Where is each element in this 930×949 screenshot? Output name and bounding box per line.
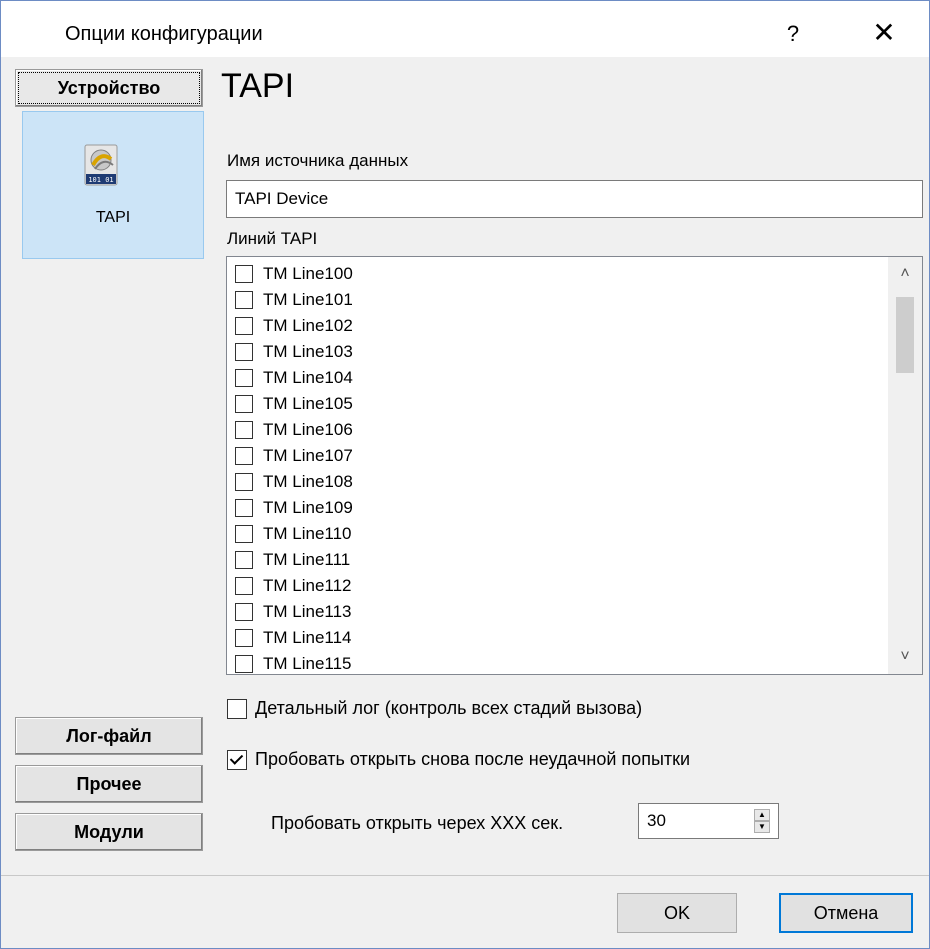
modules-category-button[interactable]: Модули	[15, 813, 203, 851]
line-label: TM Line109	[263, 498, 353, 517]
close-button[interactable]: ✕	[859, 15, 909, 51]
line-label: TM Line101	[263, 290, 353, 309]
lines-scrollbar[interactable]: ˄ ˅	[888, 257, 922, 674]
retry-interval-value[interactable]: 30	[647, 811, 666, 831]
spin-up-icon[interactable]: ▲	[754, 809, 770, 821]
line-label: TM Line114	[263, 628, 352, 647]
device-category-button[interactable]: Устройство	[15, 69, 203, 107]
line-checkbox[interactable]	[235, 603, 253, 621]
line-checkbox[interactable]	[235, 395, 253, 413]
retry-open-label: Пробовать открыть снова после неудачной …	[255, 749, 691, 769]
list-item[interactable]: TM Line111	[227, 547, 887, 573]
line-label: TM Line111	[263, 550, 351, 569]
line-checkbox[interactable]	[235, 473, 253, 491]
line-label: TM Line113	[263, 602, 352, 621]
logfile-category-button[interactable]: Лог-файл	[15, 717, 203, 755]
line-label: TM Line107	[263, 446, 353, 465]
ok-button[interactable]: OK	[617, 893, 737, 933]
line-label: TM Line105	[263, 394, 353, 413]
lines-label: Линий TAPI	[227, 229, 318, 248]
line-checkbox[interactable]	[235, 369, 253, 387]
detailed-log-checkbox[interactable]	[227, 698, 247, 719]
list-item[interactable]: TM Line100	[227, 261, 887, 287]
list-item[interactable]: TM Line112	[227, 573, 887, 599]
scroll-up-icon[interactable]: ˄	[888, 257, 922, 291]
spin-down-icon[interactable]: ▼	[754, 821, 770, 833]
footer-bar: OK Отмена	[1, 875, 929, 949]
misc-category-button[interactable]: Прочее	[15, 765, 203, 803]
list-item[interactable]: TM Line113	[227, 599, 887, 625]
scroll-down-icon[interactable]: ˅	[888, 640, 922, 674]
retry-open-option[interactable]: Пробовать открыть снова после неудачной …	[227, 749, 690, 770]
title-bar[interactable]: Опции конфигурации ? ✕	[1, 1, 929, 57]
retry-open-checkbox[interactable]	[227, 749, 247, 770]
tapi-lines-list[interactable]: TM Line100 TM Line101 TM Line102 TM Line103…	[226, 256, 923, 675]
detailed-log-label: Детальный лог (контроль всех стадий вызо…	[255, 698, 643, 718]
window-title: Опции конфигурации	[65, 23, 263, 45]
cancel-button[interactable]: Отмена	[779, 893, 913, 933]
tapi-module-icon: 101 01	[84, 144, 118, 186]
line-checkbox[interactable]	[235, 421, 253, 439]
list-item[interactable]: TM Line106	[227, 417, 887, 443]
retry-interval-spinbox[interactable]: 30 ▲ ▼	[638, 803, 779, 839]
line-checkbox[interactable]	[235, 577, 253, 595]
line-label: TM Line103	[263, 342, 353, 361]
list-item[interactable]: TM Line104	[227, 365, 887, 391]
datasource-label: Имя источника данных	[227, 151, 409, 170]
list-item[interactable]: TM Line109	[227, 495, 887, 521]
list-item[interactable]: TM Line103	[227, 339, 887, 365]
list-item[interactable]: TM Line107	[227, 443, 887, 469]
detailed-log-option[interactable]: Детальный лог (контроль всех стадий вызо…	[227, 698, 642, 719]
scroll-thumb[interactable]	[896, 297, 914, 373]
line-checkbox[interactable]	[235, 265, 253, 283]
line-checkbox[interactable]	[235, 447, 253, 465]
datasource-name-input[interactable]	[226, 180, 923, 218]
svg-text:101 01: 101 01	[88, 176, 113, 184]
lines-items: TM Line100 TM Line101 TM Line102 TM Line103…	[227, 261, 887, 674]
spin-buttons: ▲ ▼	[754, 809, 770, 833]
list-item[interactable]: TM Line110	[227, 521, 887, 547]
line-label: TM Line110	[263, 524, 352, 543]
line-label: TM Line108	[263, 472, 353, 491]
line-checkbox[interactable]	[235, 317, 253, 335]
line-checkbox[interactable]	[235, 551, 253, 569]
list-item[interactable]: TM Line101	[227, 287, 887, 313]
line-checkbox[interactable]	[235, 629, 253, 647]
retry-interval-label: Пробовать открыть черех XXX сек.	[271, 813, 564, 833]
list-item[interactable]: TM Line114	[227, 625, 887, 651]
line-label: TM Line104	[263, 368, 353, 387]
line-checkbox[interactable]	[235, 525, 253, 543]
list-item[interactable]: TM Line102	[227, 313, 887, 339]
help-button[interactable]: ?	[773, 17, 813, 51]
line-checkbox[interactable]	[235, 343, 253, 361]
line-label: TM Line100	[263, 264, 353, 283]
list-item[interactable]: TM Line108	[227, 469, 887, 495]
list-item[interactable]: TM Line115	[227, 651, 887, 674]
line-label: TM Line112	[263, 576, 352, 595]
config-dialog: Опции конфигурации ? ✕ Устройство 101 01…	[0, 0, 930, 949]
line-checkbox[interactable]	[235, 655, 253, 673]
line-checkbox[interactable]	[235, 291, 253, 309]
line-label: TM Line106	[263, 420, 353, 439]
list-item[interactable]: TM Line105	[227, 391, 887, 417]
line-label: TM Line115	[263, 654, 352, 673]
line-checkbox[interactable]	[235, 499, 253, 517]
section-title: TAPI	[221, 67, 295, 105]
module-label: TAPI	[95, 209, 131, 226]
line-label: TM Line102	[263, 316, 353, 335]
